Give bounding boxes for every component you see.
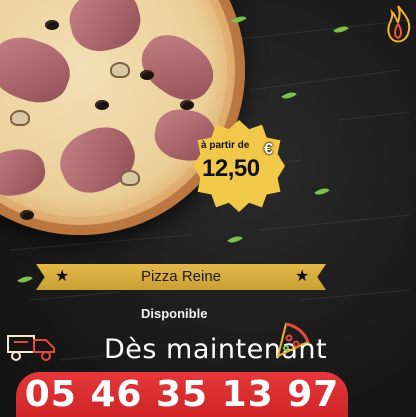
- mushroom: [110, 62, 130, 78]
- olive: [45, 20, 59, 30]
- delivery-truck-neon-icon: [7, 335, 55, 361]
- olive: [180, 100, 194, 110]
- phone-number-link[interactable]: 05 46 35 13 97: [16, 374, 348, 415]
- pizza-name: Pizza Reine: [140, 268, 222, 285]
- olive: [95, 100, 109, 110]
- price-amount: 12,50: [202, 155, 260, 182]
- price-currency: €: [264, 141, 273, 158]
- price-from-label: à partir de: [201, 140, 250, 151]
- mushroom: [120, 170, 140, 186]
- mushroom: [10, 110, 30, 126]
- olive: [140, 70, 154, 80]
- availability-label: Disponible: [141, 306, 208, 321]
- flyer: à partir de 12,50 € ★ ★ Pizza Reine Disp…: [0, 0, 416, 417]
- pizza-slice-neon-icon: [276, 322, 310, 358]
- olive: [20, 210, 34, 220]
- flame-pepper-neon-icon: [387, 5, 411, 43]
